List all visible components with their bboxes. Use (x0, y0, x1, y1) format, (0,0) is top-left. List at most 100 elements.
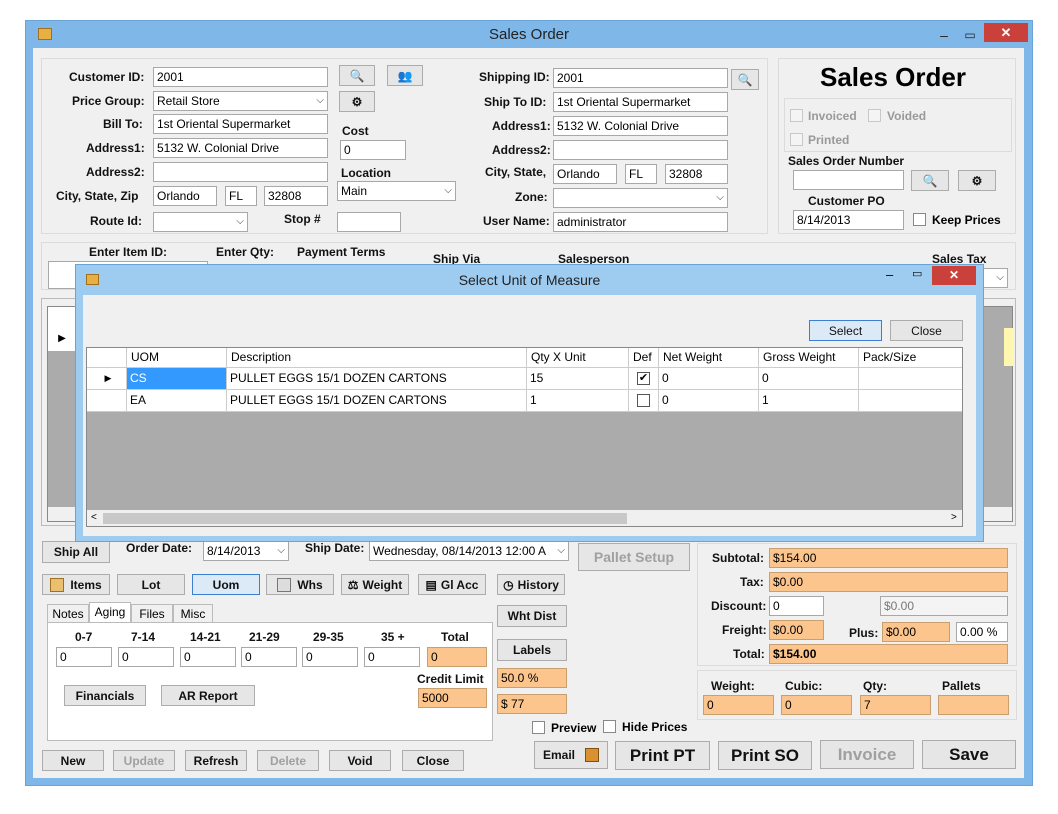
print-so-button[interactable]: Print SO (718, 741, 812, 770)
subtotal-field[interactable]: $154.00 (769, 548, 1008, 568)
col-qty-x-unit[interactable]: Qty X Unit (527, 348, 629, 368)
location-select[interactable]: Main ⌵ (337, 181, 456, 201)
new-button[interactable]: New (42, 750, 104, 771)
cubic-field[interactable]: 0 (781, 695, 852, 715)
dialog-minimize-button[interactable]: – (886, 267, 893, 282)
route-id-select[interactable]: ⌵ (153, 212, 248, 232)
plus-field[interactable]: $0.00 (882, 622, 950, 642)
customer-search-button[interactable]: 🔍 (339, 65, 375, 86)
keep-prices-checkbox[interactable] (913, 213, 926, 226)
gl-acc-button[interactable]: ▤ Gl Acc (418, 574, 486, 595)
price-group-settings-button[interactable]: ⚙ (339, 91, 375, 112)
pack-size-cell[interactable] (859, 390, 962, 412)
hide-prices-checkbox[interactable] (603, 720, 616, 733)
minimize-button[interactable]: – (934, 21, 954, 49)
dialog-select-button[interactable]: Select (809, 320, 882, 341)
delete-button[interactable]: Delete (257, 750, 319, 771)
pack-size-cell[interactable] (859, 368, 962, 390)
order-date-picker[interactable]: 8/14/2013 ⌵ (203, 541, 289, 561)
user-name-input[interactable]: administrator (553, 212, 728, 232)
tab-files[interactable]: Files (131, 604, 173, 623)
uom-cell[interactable]: CS (127, 368, 227, 390)
col-gross-weight[interactable]: Gross Weight (759, 348, 859, 368)
weight-button[interactable]: ⚖ Weight (341, 574, 409, 595)
update-button[interactable]: Update (113, 750, 175, 771)
invoiced-checkbox[interactable] (790, 109, 803, 122)
voided-checkbox[interactable] (868, 109, 881, 122)
description-cell[interactable]: PULLET EGGS 15/1 DOZEN CARTONS (227, 390, 527, 412)
description-cell[interactable]: PULLET EGGS 15/1 DOZEN CARTONS (227, 368, 527, 390)
tax-field[interactable]: $0.00 (769, 572, 1008, 592)
ship-city-input[interactable]: Orlando (553, 164, 617, 184)
uom-cell[interactable]: EA (127, 390, 227, 412)
ship-date-picker[interactable]: Wednesday, 08/14/2013 12:00 A ⌵ (369, 541, 569, 561)
address1-input[interactable]: 5132 W. Colonial Drive (153, 138, 328, 158)
gross-weight-cell[interactable]: 0 (759, 368, 859, 390)
def-cell[interactable]: ✔ (629, 368, 659, 390)
preview-checkbox[interactable] (532, 721, 545, 734)
shipping-id-input[interactable]: 2001 (553, 68, 728, 88)
col-pack-size[interactable]: Pack/Size (859, 348, 962, 368)
lot-button[interactable]: Lot (117, 574, 185, 595)
shipping-search-button[interactable]: 🔍 (731, 69, 759, 90)
zone-select[interactable]: ⌵ (553, 188, 728, 208)
uom-button[interactable]: Uom (192, 574, 260, 595)
customer-users-button[interactable]: 👥 (387, 65, 423, 86)
total-field[interactable]: $154.00 (769, 644, 1008, 664)
customer-id-input[interactable]: 2001 (153, 67, 328, 87)
col-description[interactable]: Description (227, 348, 527, 368)
aging-value-total[interactable]: 0 (427, 647, 487, 667)
city-input[interactable]: Orlando (153, 186, 217, 206)
tab-aging[interactable]: Aging (89, 602, 131, 623)
tab-misc[interactable]: Misc (173, 604, 213, 623)
refresh-button[interactable]: Refresh (185, 750, 247, 771)
col-uom[interactable]: UOM (127, 348, 227, 368)
scroll-thumb[interactable] (103, 513, 627, 524)
scroll-right-icon[interactable]: > (951, 512, 957, 523)
weight-total-field[interactable]: 0 (703, 695, 774, 715)
invoice-button[interactable]: Invoice (820, 740, 914, 769)
gross-weight-cell[interactable]: 1 (759, 390, 859, 412)
net-weight-cell[interactable]: 0 (659, 368, 759, 390)
def-cell[interactable] (629, 390, 659, 412)
def-checkbox[interactable]: ✔ (637, 372, 650, 385)
def-checkbox[interactable] (637, 394, 650, 407)
labels-button[interactable]: Labels (497, 639, 567, 661)
credit-limit-field[interactable]: 5000 (418, 688, 487, 708)
print-pt-button[interactable]: Print PT (615, 741, 710, 770)
dialog-close-button[interactable]: Close (890, 320, 963, 341)
maximize-button[interactable]: ▭ (960, 21, 980, 49)
qty-cell[interactable]: 1 (527, 390, 629, 412)
net-weight-cell[interactable]: 0 (659, 390, 759, 412)
zip-input[interactable]: 32808 (264, 186, 328, 206)
history-button[interactable]: ◷ History (497, 574, 565, 595)
ship-all-button[interactable]: Ship All (42, 541, 110, 563)
save-button[interactable]: Save (922, 740, 1016, 769)
email-button[interactable]: Email (534, 741, 608, 769)
aging-value-7-14[interactable]: 0 (118, 647, 174, 667)
stop-input[interactable] (337, 212, 401, 232)
state-input[interactable]: FL (225, 186, 257, 206)
cost-input[interactable]: 0 (340, 140, 406, 160)
tab-notes[interactable]: Notes (47, 604, 89, 623)
void-button[interactable]: Void (329, 750, 391, 771)
close-button[interactable]: Close (402, 750, 464, 771)
dialog-maximize-button[interactable]: ▭ (912, 267, 922, 280)
col-net-weight[interactable]: Net Weight (659, 348, 759, 368)
pallets-field[interactable] (938, 695, 1009, 715)
uom-grid-hscroll[interactable]: < > (87, 510, 962, 526)
uom-grid[interactable]: UOM Description Qty X Unit Def Net Weigh… (86, 347, 963, 527)
aging-value-0-7[interactable]: 0 (56, 647, 112, 667)
financials-button[interactable]: Financials (64, 685, 146, 706)
price-group-select[interactable]: Retail Store ⌵ (153, 91, 328, 111)
col-def[interactable]: Def (629, 348, 659, 368)
amount-field[interactable]: $ 77 (497, 694, 567, 714)
items-button[interactable]: Items (42, 574, 110, 595)
aging-value-14-21[interactable]: 0 (180, 647, 236, 667)
freight-field[interactable]: $0.00 (769, 620, 824, 640)
qty-cell[interactable]: 15 (527, 368, 629, 390)
aging-value-21-29[interactable]: 0 (241, 647, 297, 667)
address2-input[interactable] (153, 162, 328, 182)
ar-report-button[interactable]: AR Report (161, 685, 255, 706)
plus-percent-field[interactable]: 0.00 % (956, 622, 1008, 642)
